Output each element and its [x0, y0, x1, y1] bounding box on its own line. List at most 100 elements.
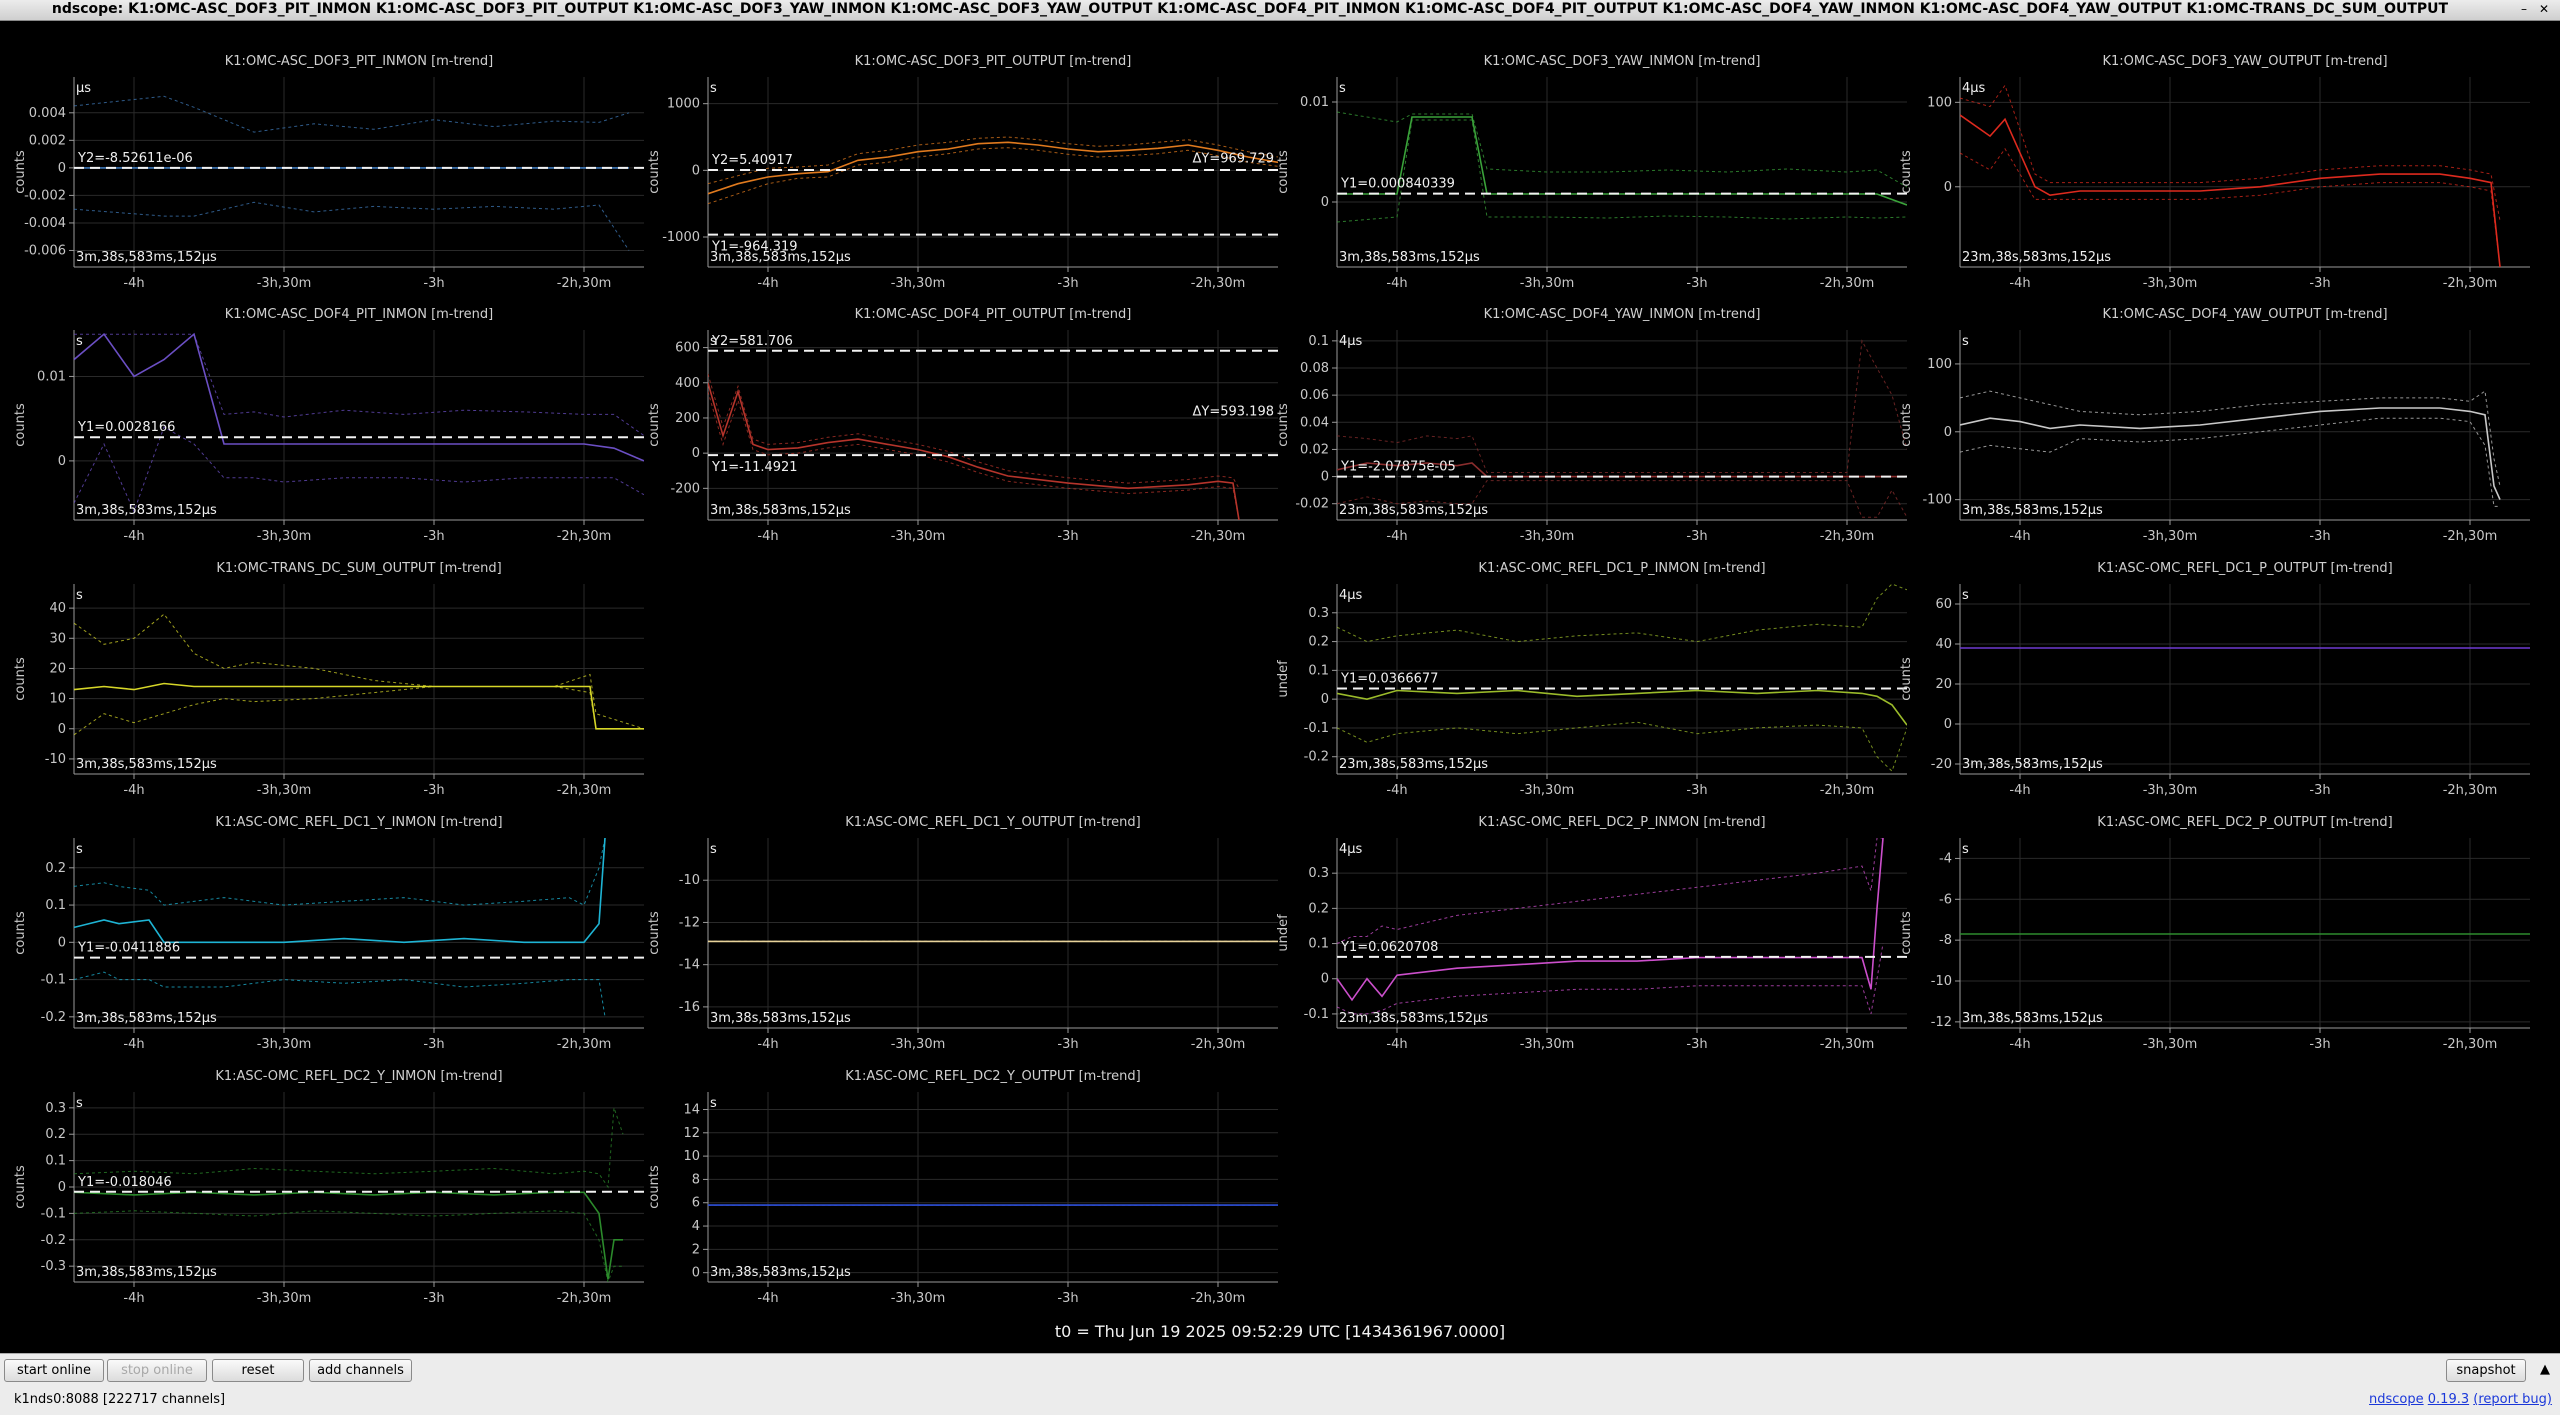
y-tick-label: -0.006	[24, 243, 66, 258]
y-tick-label: 12	[683, 1126, 700, 1141]
y-axis-label: counts	[13, 403, 28, 447]
corner-label: 4μs	[1339, 842, 1363, 857]
plot-11[interactable]: K1:ASC-OMC_REFL_DC1_P_INMON [m-trend] -4h…	[1276, 561, 1907, 798]
plot-8[interactable]: K1:OMC-ASC_DOF4_YAW_OUTPUT [m-trend] -4h -…	[1899, 307, 2530, 544]
report-bug-link[interactable]: (report bug)	[2473, 1392, 2552, 1407]
duration-label: 3m,38s,583ms,152μs	[76, 1011, 217, 1026]
plot-12[interactable]: K1:ASC-OMC_REFL_DC1_P_OUTPUT [m-trend] -4…	[1899, 561, 2530, 798]
y-tick-label: 0	[692, 446, 700, 461]
version-link[interactable]: 0.19.3	[2428, 1392, 2469, 1407]
x-tick-label: -3h,30m	[1520, 1037, 1575, 1052]
y-tick-label: -0.1	[41, 973, 66, 988]
duration-label: 3m,38s,583ms,152μs	[710, 503, 851, 518]
plot-16[interactable]: K1:ASC-OMC_REFL_DC2_P_OUTPUT [m-trend] -4…	[1899, 815, 2530, 1052]
x-tick-label: -2h,30m	[2443, 529, 2498, 544]
plot-9[interactable]: K1:OMC-TRANS_DC_SUM_OUTPUT [m-trend] -4h -…	[13, 561, 644, 798]
duration-label: 3m,38s,583ms,152μs	[710, 1011, 851, 1026]
y-tick-label: -14	[679, 958, 700, 973]
plot-7[interactable]: K1:OMC-ASC_DOF4_YAW_INMON [m-trend] -4h -3…	[1276, 307, 1907, 544]
plot-grid[interactable]: K1:OMC-ASC_DOF3_PIT_INMON [m-trend] -4h -3…	[0, 21, 2560, 1321]
y-tick-label: 0.1	[1308, 663, 1329, 678]
y-tick-label: 8	[692, 1172, 700, 1187]
reset-button[interactable]: reset	[212, 1359, 304, 1382]
plot-title: K1:ASC-OMC_REFL_DC1_Y_OUTPUT [m-trend]	[845, 815, 1141, 830]
duration-label: 23m,38s,583ms,152μs	[1962, 250, 2111, 265]
y-tick-label: 0.3	[1308, 866, 1329, 881]
plot-5[interactable]: K1:OMC-ASC_DOF4_PIT_INMON [m-trend] -4h -3…	[13, 307, 644, 544]
y-tick-label: 6	[692, 1196, 700, 1211]
y-axis-label: undef	[1276, 914, 1291, 952]
minimize-icon[interactable]: –	[2516, 1, 2532, 17]
y-tick-label: 0	[692, 163, 700, 178]
start-online-button[interactable]: start online	[4, 1359, 104, 1382]
plot-18[interactable]: K1:ASC-OMC_REFL_DC2_Y_OUTPUT [m-trend] -4…	[647, 1069, 1278, 1306]
x-tick-label: -3h,30m	[891, 1291, 946, 1306]
x-tick-label: -3h,30m	[2143, 1037, 2198, 1052]
y-tick-label: 0.3	[1308, 606, 1329, 621]
close-icon[interactable]: ✕	[2536, 1, 2552, 17]
y-tick-label: 0.06	[1300, 388, 1329, 403]
y-tick-label: 0.2	[45, 1127, 66, 1142]
duration-label: 3m,38s,583ms,152μs	[76, 1265, 217, 1280]
x-tick-label: -3h	[1057, 276, 1078, 291]
x-tick-label: -4h	[1386, 783, 1407, 798]
x-tick-label: -3h	[1686, 276, 1707, 291]
plot-title: K1:ASC-OMC_REFL_DC2_Y_INMON [m-trend]	[215, 1069, 502, 1084]
plot-6[interactable]: K1:OMC-ASC_DOF4_PIT_OUTPUT [m-trend] -4h -…	[647, 307, 1278, 544]
plot-4[interactable]: K1:OMC-ASC_DOF3_YAW_OUTPUT [m-trend] -4h -…	[1899, 54, 2530, 291]
y-tick-label: -100	[1922, 493, 1952, 508]
chevron-up-icon[interactable]: ▲	[2540, 1362, 2550, 1377]
corner-label: s	[1339, 81, 1346, 96]
snapshot-button[interactable]: snapshot	[2446, 1359, 2526, 1382]
series-min-line	[74, 426, 644, 513]
plot-data	[1337, 838, 1884, 1015]
y-tick-label: 2	[692, 1242, 700, 1257]
x-tick-label: -4h	[123, 783, 144, 798]
y-cursor-label: Y1=0.0620708	[1340, 940, 1438, 955]
y-tick-label: 100	[1927, 95, 1952, 110]
x-tick-label: -3h	[1057, 529, 1078, 544]
y-axis-label: counts	[1899, 911, 1914, 955]
y-tick-label: 0	[1321, 195, 1329, 210]
y-tick-label: -0.1	[1304, 721, 1329, 736]
corner-label: s	[76, 1096, 83, 1111]
x-tick-label: -3h,30m	[1520, 276, 1575, 291]
y-axis-label: counts	[647, 403, 662, 447]
series-mean-line	[1337, 689, 1907, 726]
x-tick-label: -2h,30m	[1191, 529, 1246, 544]
x-tick-label: -2h,30m	[2443, 1037, 2498, 1052]
x-tick-label: -4h	[1386, 1037, 1407, 1052]
x-tick-label: -3h,30m	[891, 1037, 946, 1052]
plot-15[interactable]: K1:ASC-OMC_REFL_DC2_P_INMON [m-trend] -4h…	[1276, 815, 1907, 1052]
plot-14[interactable]: K1:ASC-OMC_REFL_DC1_Y_OUTPUT [m-trend] -4…	[647, 815, 1278, 1052]
y-cursor-label: Y1=-0.0411886	[77, 941, 180, 956]
add-channels-button[interactable]: add channels	[309, 1359, 412, 1382]
x-tick-label: -3h,30m	[257, 276, 312, 291]
x-tick-label: -2h,30m	[557, 529, 612, 544]
plot-2[interactable]: K1:OMC-ASC_DOF3_PIT_OUTPUT [m-trend] -4h -…	[647, 54, 1278, 291]
corner-label: s	[1962, 588, 1969, 603]
plot-title: K1:ASC-OMC_REFL_DC1_P_INMON [m-trend]	[1478, 561, 1765, 576]
series-max-line	[1337, 838, 1883, 945]
x-tick-label: -2h,30m	[1191, 1291, 1246, 1306]
plot-title: K1:OMC-ASC_DOF4_YAW_OUTPUT [m-trend]	[2102, 307, 2387, 322]
plot-title: K1:ASC-OMC_REFL_DC2_Y_OUTPUT [m-trend]	[845, 1069, 1141, 1084]
x-tick-label: -3h	[1686, 783, 1707, 798]
y-cursor-label: Y2=-8.52611e-06	[77, 151, 193, 166]
ndscope-link[interactable]: ndscope	[2369, 1392, 2424, 1407]
plot-3[interactable]: K1:OMC-ASC_DOF3_YAW_INMON [m-trend] -4h -3…	[1276, 54, 1907, 291]
plot-17[interactable]: K1:ASC-OMC_REFL_DC2_Y_INMON [m-trend] -4h…	[13, 1069, 644, 1306]
y-axis-label: counts	[647, 150, 662, 194]
plot-title: K1:ASC-OMC_REFL_DC2_P_OUTPUT [m-trend]	[2097, 815, 2392, 830]
y-tick-label: 4	[692, 1219, 700, 1234]
plot-13[interactable]: K1:ASC-OMC_REFL_DC1_Y_INMON [m-trend] -4h…	[13, 815, 644, 1052]
corner-label: s	[76, 334, 83, 349]
window-titlebar[interactable]: ndscope: K1:OMC-ASC_DOF3_PIT_INMON K1:OM…	[0, 0, 2560, 21]
series-max-line	[74, 613, 644, 730]
stop-online-button: stop online	[107, 1359, 207, 1382]
duration-label: 3m,38s,583ms,152μs	[1339, 250, 1480, 265]
plot-1[interactable]: K1:OMC-ASC_DOF3_PIT_INMON [m-trend] -4h -3…	[13, 54, 644, 291]
y-tick-label: 10	[683, 1149, 700, 1164]
y-tick-label: 400	[675, 376, 700, 391]
x-tick-label: -2h,30m	[1191, 276, 1246, 291]
